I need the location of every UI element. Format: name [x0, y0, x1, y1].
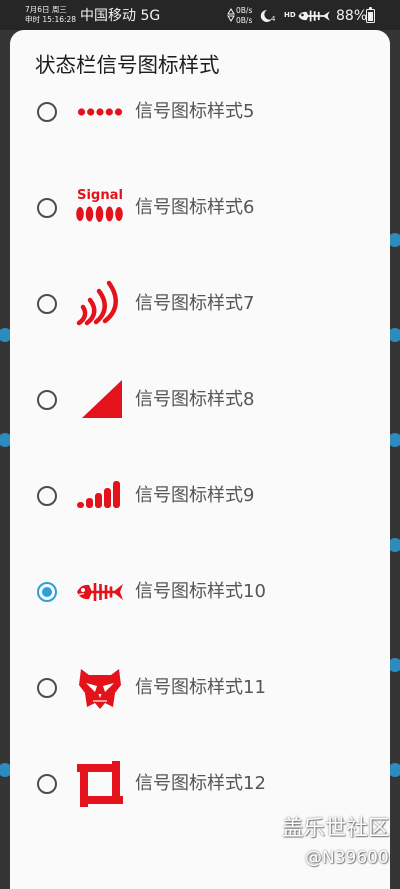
network-speed: 0B/s 0B/s — [236, 6, 252, 26]
watermark-community: 盖乐世社区 — [282, 816, 390, 841]
option-label: 信号图标样式12 — [135, 773, 266, 794]
moon-badge: 4 — [271, 15, 276, 23]
battery-percent: 88% — [336, 8, 368, 24]
signal-icon-style-dialog: 状态栏信号图标样式 信号图标样式5 Signal 信号图标样式6 信号图标样式7… — [10, 30, 390, 889]
radio-button[interactable] — [37, 774, 57, 794]
radio-button[interactable] — [37, 102, 57, 122]
signal-text-ovals-icon: Signal — [75, 183, 125, 233]
option-label: 信号图标样式10 — [135, 581, 266, 602]
option-signal-style-6[interactable]: Signal 信号图标样式6 — [10, 160, 390, 256]
option-signal-style-5[interactable]: 信号图标样式5 — [10, 90, 390, 160]
hd-label: HD — [284, 11, 296, 19]
watermark-user: @N39600 — [305, 848, 389, 868]
status-date: 7月6日 周三 — [25, 5, 67, 14]
fishbone-signal-icon — [75, 567, 125, 617]
battery-level-fill — [368, 12, 373, 21]
option-label: 信号图标样式6 — [135, 197, 255, 218]
pinwheel-frame-signal-icon — [75, 759, 125, 809]
mask-signal-icon — [75, 663, 125, 713]
option-label: 信号图标样式7 — [135, 293, 255, 314]
option-signal-style-7[interactable]: 信号图标样式7 — [10, 256, 390, 352]
fishbone-signal-icon — [297, 8, 331, 22]
dialog-title: 状态栏信号图标样式 — [35, 53, 220, 77]
triangle-signal-icon — [75, 375, 125, 425]
curved-strokes-signal-icon — [75, 279, 125, 329]
radio-button[interactable] — [37, 294, 57, 314]
status-date-time: 7月6日 周三 申时 15:16:28 — [25, 5, 76, 25]
radio-button[interactable] — [37, 678, 57, 698]
radio-button[interactable] — [37, 486, 57, 506]
radio-button[interactable] — [37, 198, 57, 218]
battery-icon — [366, 7, 375, 23]
option-signal-style-11[interactable]: 信号图标样式11 — [10, 640, 390, 736]
radio-button[interactable] — [37, 582, 57, 602]
option-signal-style-10[interactable]: 信号图标样式10 — [10, 544, 390, 640]
signal-icon-text: Signal — [77, 187, 123, 203]
option-label: 信号图标样式9 — [135, 485, 255, 506]
option-label: 信号图标样式8 — [135, 389, 255, 410]
download-speed: 0B/s — [236, 16, 253, 25]
rounded-bars-signal-icon — [75, 471, 125, 521]
option-label: 信号图标样式11 — [135, 677, 266, 698]
option-signal-style-8[interactable]: 信号图标样式8 — [10, 352, 390, 448]
radio-button[interactable] — [37, 390, 57, 410]
upload-speed: 0B/s — [236, 6, 253, 15]
option-label: 信号图标样式5 — [135, 101, 255, 122]
status-carrier: 中国移动 5G — [80, 8, 161, 24]
option-list[interactable]: 信号图标样式5 Signal 信号图标样式6 信号图标样式7 信号图标样式8 信… — [10, 90, 390, 889]
option-signal-style-9[interactable]: 信号图标样式9 — [10, 448, 390, 544]
status-time: 申时 15:16:28 — [25, 15, 77, 24]
status-bar: 7月6日 周三 申时 15:16:28 中国移动 5G 0B/s 0B/s 4 … — [0, 0, 400, 30]
network-speed-arrows-icon — [227, 7, 235, 23]
five-dots-signal-icon — [75, 90, 125, 137]
